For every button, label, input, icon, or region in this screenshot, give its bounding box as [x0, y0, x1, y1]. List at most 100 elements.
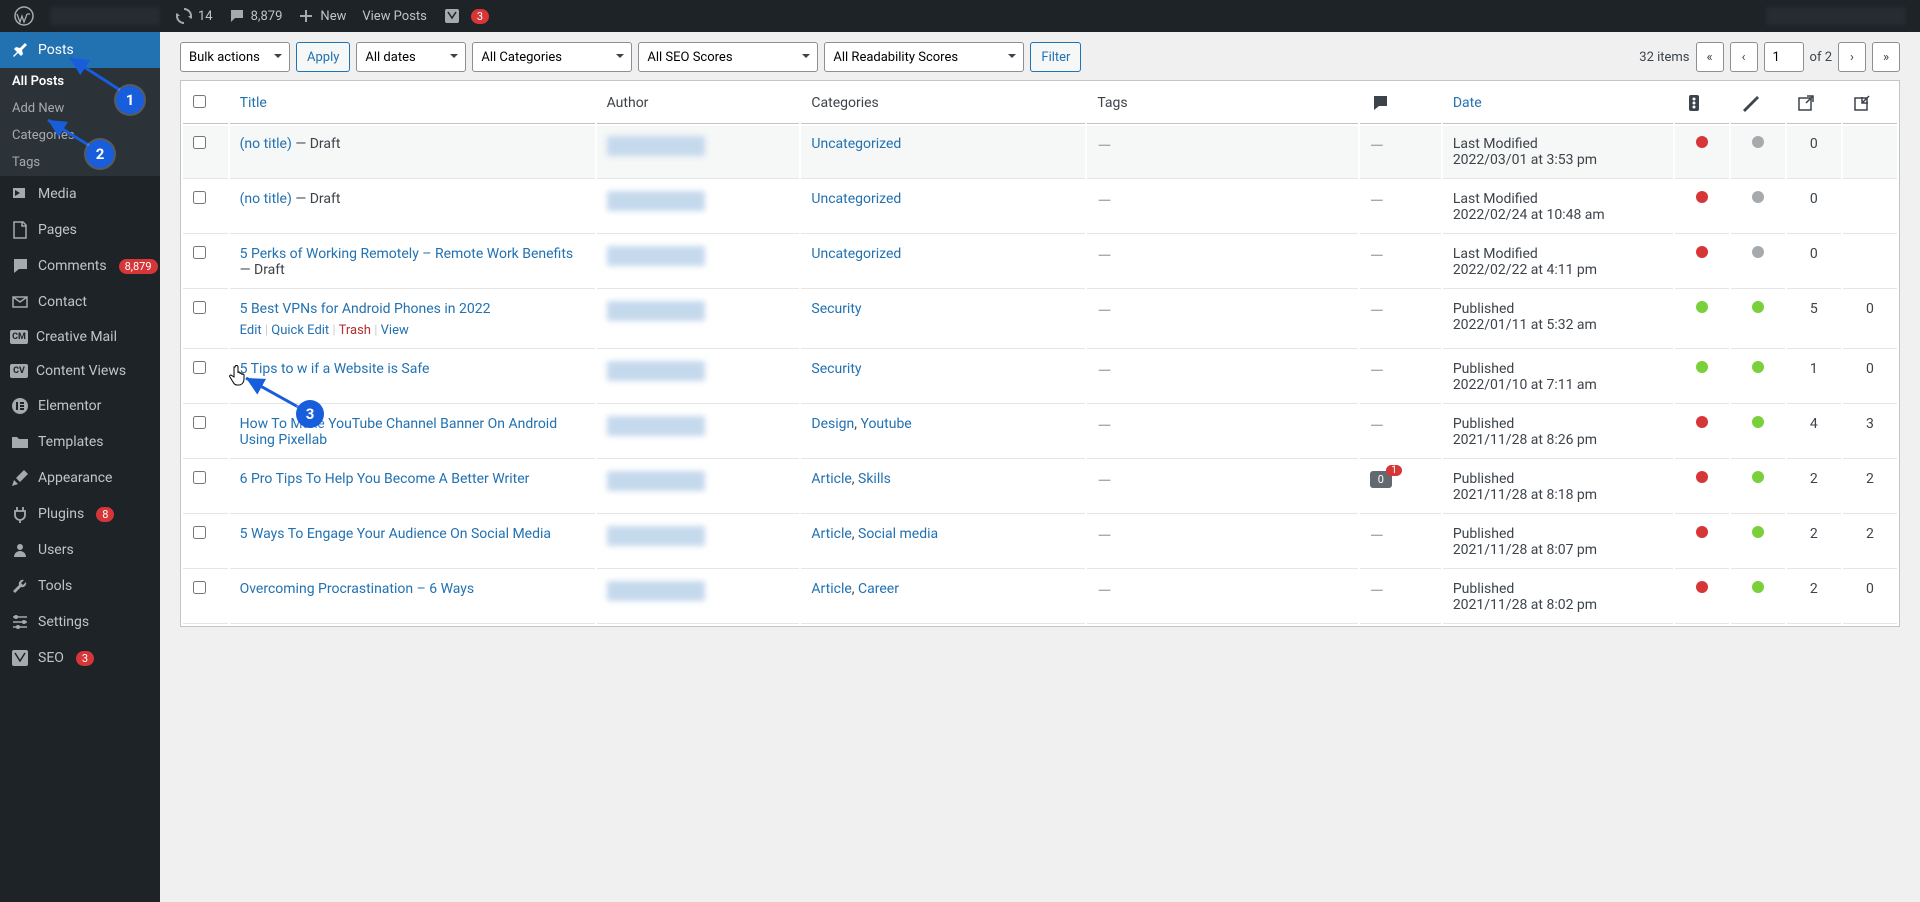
row-checkbox[interactable] — [193, 471, 206, 484]
site-name[interactable] — [42, 0, 168, 32]
incoming-links — [1843, 181, 1897, 234]
readability-dot — [1752, 136, 1764, 148]
category-link[interactable]: Article — [811, 471, 851, 487]
post-title-link[interactable]: 6 Pro Tips To Help You Become A Better W… — [240, 471, 530, 487]
comments-top[interactable]: 8,879 — [221, 0, 291, 32]
category-link[interactable]: Uncategorized — [811, 246, 901, 262]
menu-templates[interactable]: Templates — [0, 424, 160, 460]
row-checkbox[interactable] — [193, 581, 206, 594]
col-title[interactable]: Title — [240, 95, 267, 111]
menu-plugins[interactable]: Plugins8 — [0, 496, 160, 532]
seo-dot — [1696, 191, 1708, 203]
menu-pages[interactable]: Pages — [0, 212, 160, 248]
col-date[interactable]: Date — [1453, 95, 1482, 111]
incoming-links — [1843, 236, 1897, 289]
post-title-link[interactable]: (no title) — [240, 136, 292, 152]
category-link[interactable]: Article — [811, 526, 851, 542]
category-link[interactable]: Career — [858, 581, 899, 597]
post-title-link[interactable]: 5 Perks of Working Remotely – Remote Wor… — [240, 246, 574, 262]
select-all-checkbox[interactable] — [193, 95, 206, 108]
current-page-input[interactable] — [1764, 42, 1804, 72]
yoast-top[interactable]: 3 — [435, 0, 497, 32]
incoming-links: 2 — [1843, 461, 1897, 514]
col-incoming-icon — [1843, 83, 1897, 124]
seo-dot — [1696, 416, 1708, 428]
author-redacted — [607, 191, 705, 211]
trash-link[interactable]: Trash — [339, 323, 371, 338]
post-row: 5 Tips to w if a Website is SafeSecurity… — [183, 351, 1897, 404]
author-redacted — [607, 361, 705, 381]
admin-sidebar: Posts All Posts Add New Categories Tags … — [0, 32, 160, 902]
row-checkbox[interactable] — [193, 136, 206, 149]
updates[interactable]: 14 — [168, 0, 221, 32]
pin-icon — [10, 40, 30, 60]
post-title-link[interactable]: 5 Best VPNs for Android Phones in 2022 — [240, 301, 491, 317]
filter-button[interactable]: Filter — [1030, 42, 1081, 72]
menu-creative-mail[interactable]: CMCreative Mail — [0, 320, 160, 354]
bulk-actions-select[interactable]: Bulk actions — [180, 42, 290, 72]
post-title-link[interactable]: 5 Ways To Engage Your Audience On Social… — [240, 526, 551, 542]
menu-media[interactable]: Media — [0, 176, 160, 212]
row-checkbox[interactable] — [193, 301, 206, 314]
menu-seo[interactable]: SEO3 — [0, 640, 160, 676]
readability-filter-select[interactable]: All Readability Scores — [824, 42, 1024, 72]
prev-page-button[interactable]: ‹ — [1730, 42, 1758, 72]
row-checkbox[interactable] — [193, 246, 206, 259]
row-checkbox[interactable] — [193, 526, 206, 539]
edit-link[interactable]: Edit — [240, 323, 262, 338]
new-content[interactable]: New — [290, 0, 354, 32]
menu-users[interactable]: Users — [0, 532, 160, 568]
col-outgoing-icon — [1787, 83, 1841, 124]
view-posts[interactable]: View Posts — [354, 0, 435, 32]
category-link[interactable]: Design — [811, 416, 854, 432]
categories-filter-select[interactable]: All Categories — [472, 42, 632, 72]
category-link[interactable]: Youtube — [860, 416, 911, 432]
menu-content-views[interactable]: CVContent Views — [0, 354, 160, 388]
dates-filter-select[interactable]: All dates — [356, 42, 466, 72]
folder-icon — [10, 432, 30, 452]
first-page-button[interactable]: « — [1696, 42, 1724, 72]
sub-tags[interactable]: Tags — [0, 149, 160, 176]
category-link[interactable]: Skills — [858, 471, 891, 487]
menu-elementor[interactable]: Elementor — [0, 388, 160, 424]
post-title-link[interactable]: How To Make YouTube Channel Banner On An… — [240, 416, 558, 448]
col-comments[interactable] — [1360, 83, 1441, 124]
outgoing-links: 1 — [1787, 351, 1841, 404]
row-checkbox[interactable] — [193, 361, 206, 374]
category-link[interactable]: Social media — [858, 526, 938, 542]
view-link[interactable]: View — [381, 323, 409, 338]
yoast-icon — [10, 648, 30, 668]
wp-logo[interactable] — [6, 0, 42, 32]
no-tags: — — [1097, 246, 1111, 267]
menu-tools[interactable]: Tools — [0, 568, 160, 604]
user-menu[interactable] — [1758, 0, 1914, 32]
comment-icon — [10, 256, 30, 276]
category-link[interactable]: Uncategorized — [811, 191, 901, 207]
date-value: 2021/11/28 at 8:18 pm — [1453, 487, 1597, 503]
menu-comments[interactable]: Comments8,879 — [0, 248, 160, 284]
date-label: Published — [1453, 471, 1514, 487]
row-checkbox[interactable] — [193, 416, 206, 429]
author-redacted — [607, 526, 705, 546]
category-link[interactable]: Security — [811, 361, 861, 377]
pagination: 32 items « ‹ of 2 › » — [1639, 42, 1900, 72]
category-link[interactable]: Security — [811, 301, 861, 317]
outgoing-links: 2 — [1787, 571, 1841, 624]
category-link[interactable]: Uncategorized — [811, 136, 901, 152]
comment-bubble[interactable]: 01 — [1370, 471, 1392, 488]
category-link[interactable]: Article — [811, 581, 851, 597]
seo-dot — [1696, 136, 1708, 148]
quick-edit-link[interactable]: Quick Edit — [271, 323, 329, 338]
post-title-link[interactable]: Overcoming Procrastination – 6 Ways — [240, 581, 475, 597]
apply-button[interactable]: Apply — [296, 42, 350, 72]
menu-appearance[interactable]: Appearance — [0, 460, 160, 496]
pending-badge: 1 — [1386, 465, 1402, 476]
outgoing-links: 2 — [1787, 461, 1841, 514]
menu-contact[interactable]: Contact — [0, 284, 160, 320]
seo-filter-select[interactable]: All SEO Scores — [638, 42, 818, 72]
next-page-button[interactable]: › — [1838, 42, 1866, 72]
menu-settings[interactable]: Settings — [0, 604, 160, 640]
post-title-link[interactable]: (no title) — [240, 191, 292, 207]
row-checkbox[interactable] — [193, 191, 206, 204]
last-page-button[interactable]: » — [1872, 42, 1900, 72]
